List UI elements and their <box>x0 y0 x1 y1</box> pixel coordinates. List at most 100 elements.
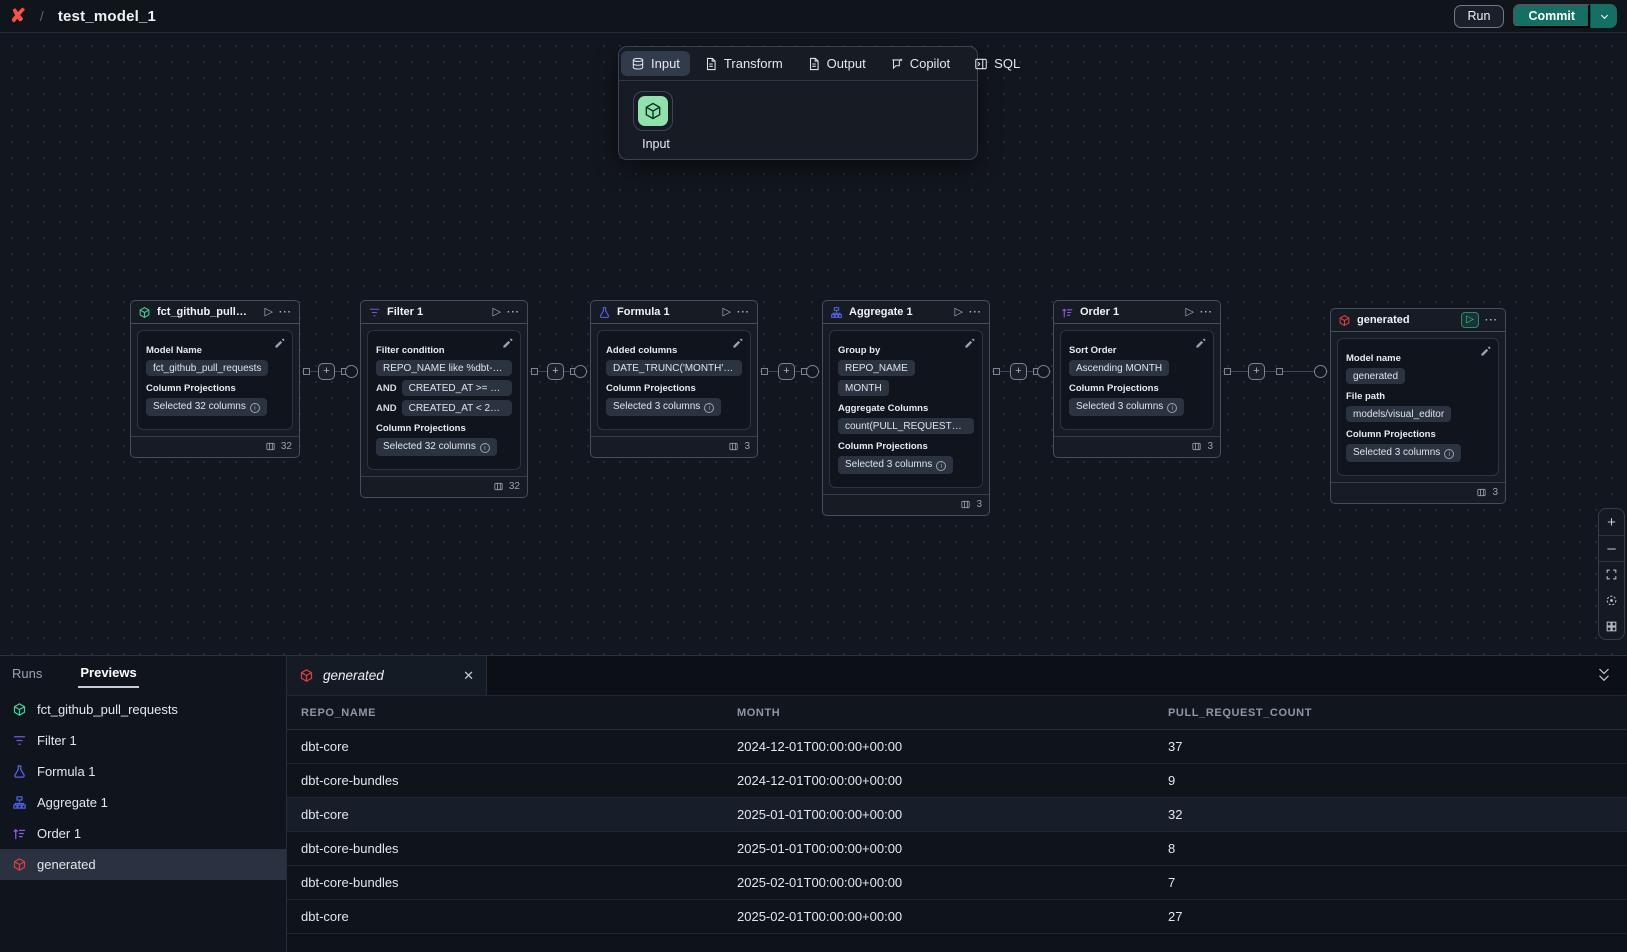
edge-handle-square[interactable] <box>303 368 310 375</box>
table-row[interactable]: dbt-core-bundles 2024-12-01T00:00:00+00:… <box>287 764 1627 798</box>
column-projections-chip[interactable]: Selected 32 columnsi <box>146 398 267 416</box>
column-projections-chip[interactable]: Selected 3 columnsi <box>838 456 953 474</box>
play-icon[interactable]: ▷ <box>955 307 963 318</box>
node-menu-icon[interactable]: ··· <box>969 307 982 318</box>
input-node-tile[interactable] <box>633 91 673 131</box>
aggregate-column-chip[interactable]: count(PULL_REQUEST_NUMBER) as ... <box>838 418 974 434</box>
node-header[interactable]: Order 1 ▷ ··· <box>1054 301 1220 324</box>
tab-output[interactable]: Output <box>797 51 876 76</box>
node-aggregate-1[interactable]: Aggregate 1 ▷ ··· Group by REPO_NAME MON… <box>822 300 990 516</box>
table-row[interactable]: dbt-core 2025-02-01T00:00:00+00:00 27 <box>287 900 1627 934</box>
edge-handle-square[interactable] <box>1224 368 1231 375</box>
column-header[interactable]: MONTH <box>723 707 1154 719</box>
close-icon[interactable]: ✕ <box>463 668 474 684</box>
fit-view-icon[interactable] <box>1599 561 1624 587</box>
input-palette-panel: Input <box>619 81 977 159</box>
node-filter-1[interactable]: Filter 1 ▷ ··· Filter condition REPO_NAM… <box>360 300 528 498</box>
sidebar-item-fct-github-pull-requests[interactable]: fct_github_pull_requests <box>0 694 286 725</box>
node-fct-github-pull-requests[interactable]: fct_github_pull_requests ▷ ··· Model Nam… <box>130 300 300 458</box>
edge-handle-square[interactable] <box>1276 368 1283 375</box>
tab-copilot[interactable]: Copilot <box>880 51 960 76</box>
edit-pencil-icon[interactable] <box>274 338 285 352</box>
added-column-chip[interactable]: DATE_TRUNC('MONTH', CREATED_AT... <box>606 360 742 376</box>
node-header[interactable]: generated ▷ ··· <box>1331 309 1505 332</box>
node-header[interactable]: fct_github_pull_requests ▷ ··· <box>131 301 299 324</box>
zoom-in-button[interactable]: + <box>1599 509 1624 535</box>
tab-input[interactable]: Input <box>621 51 690 76</box>
model-name-chip[interactable]: fct_github_pull_requests <box>146 360 268 376</box>
node-generated[interactable]: generated ▷ ··· Model name generated Fil… <box>1330 308 1506 504</box>
node-header[interactable]: Filter 1 ▷ ··· <box>361 301 527 324</box>
column-header[interactable]: PULL_REQUEST_COUNT <box>1154 707 1627 719</box>
edit-pencil-icon[interactable] <box>732 338 743 352</box>
tab-runs[interactable]: Runs <box>10 660 44 687</box>
edge-handle-square[interactable] <box>531 368 538 375</box>
grid-layout-icon[interactable] <box>1599 613 1624 639</box>
table-row[interactable]: dbt-core-bundles 2025-01-01T00:00:00+00:… <box>287 832 1627 866</box>
dbt-logo-icon[interactable]: ✘ <box>10 7 26 26</box>
edit-pencil-icon[interactable] <box>502 338 513 352</box>
column-projections-chip[interactable]: Selected 32 columnsi <box>376 438 497 456</box>
dbt-visual-editor: + + + + + <box>0 0 1627 952</box>
sort-order-chip[interactable]: Ascending MONTH <box>1069 360 1169 376</box>
edge-handle-circle[interactable] <box>806 365 819 378</box>
edge-add-node-button[interactable]: + <box>778 363 795 380</box>
collapse-panel-icon[interactable] <box>1595 664 1613 691</box>
sidebar-item-generated[interactable]: generated <box>0 849 286 880</box>
locate-icon[interactable] <box>1599 587 1624 613</box>
node-order-1[interactable]: Order 1 ▷ ··· Sort Order Ascending MONTH… <box>1053 300 1221 458</box>
edit-pencil-icon[interactable] <box>964 338 975 352</box>
node-header[interactable]: Aggregate 1 ▷ ··· <box>823 301 989 324</box>
edge-add-node-button[interactable]: + <box>318 363 335 380</box>
filter-condition-chip[interactable]: CREATED_AT < 2025-03-01 <box>402 400 512 416</box>
zoom-out-button[interactable]: – <box>1599 535 1624 561</box>
edge-handle-circle[interactable] <box>345 365 358 378</box>
node-menu-icon[interactable]: ··· <box>737 307 750 318</box>
group-by-chip[interactable]: MONTH <box>838 380 889 396</box>
play-icon[interactable]: ▷ <box>1186 307 1194 318</box>
preview-tab-generated[interactable]: generated ✕ <box>287 656 487 695</box>
node-menu-icon[interactable]: ··· <box>1485 315 1498 326</box>
run-button[interactable]: Run <box>1454 5 1505 28</box>
column-header[interactable]: REPO_NAME <box>287 707 723 719</box>
table-row[interactable]: dbt-core 2024-12-01T00:00:00+00:00 37 <box>287 730 1627 764</box>
column-projections-chip[interactable]: Selected 3 columnsi <box>1069 398 1184 416</box>
edit-pencil-icon[interactable] <box>1195 338 1206 352</box>
model-name-chip[interactable]: generated <box>1346 368 1405 384</box>
sidebar-item-filter-1[interactable]: Filter 1 <box>0 725 286 756</box>
tab-sql[interactable]: SQL <box>964 51 1030 76</box>
table-row[interactable]: dbt-core-bundles 2025-02-01T00:00:00+00:… <box>287 866 1627 900</box>
filter-condition-chip[interactable]: CREATED_AT >= 2024-12-01 <box>402 380 512 396</box>
node-menu-icon[interactable]: ··· <box>279 307 292 318</box>
play-icon[interactable]: ▷ <box>723 307 731 318</box>
column-projections-chip[interactable]: Selected 3 columnsi <box>1346 444 1461 462</box>
play-icon[interactable]: ▷ <box>1461 312 1479 328</box>
edge-handle-square[interactable] <box>993 368 1000 375</box>
filter-condition-chip[interactable]: REPO_NAME like %dbt-core% <box>376 360 512 376</box>
node-header[interactable]: Formula 1 ▷ ··· <box>591 301 757 324</box>
node-menu-icon[interactable]: ··· <box>507 307 520 318</box>
play-icon[interactable]: ▷ <box>265 307 273 318</box>
play-icon[interactable]: ▷ <box>493 307 501 318</box>
edge-handle-square[interactable] <box>761 368 768 375</box>
commit-button[interactable]: Commit <box>1513 4 1590 28</box>
sidebar-item-formula-1[interactable]: Formula 1 <box>0 756 286 787</box>
column-projections-chip[interactable]: Selected 3 columnsi <box>606 398 721 416</box>
edge-handle-circle[interactable] <box>1314 365 1327 378</box>
edge-add-node-button[interactable]: + <box>1010 363 1027 380</box>
sidebar-item-order-1[interactable]: Order 1 <box>0 818 286 849</box>
tab-previews[interactable]: Previews <box>78 659 138 688</box>
node-menu-icon[interactable]: ··· <box>1200 307 1213 318</box>
node-formula-1[interactable]: Formula 1 ▷ ··· Added columns DATE_TRUNC… <box>590 300 758 458</box>
edit-pencil-icon[interactable] <box>1480 346 1491 360</box>
table-row[interactable]: dbt-core 2025-01-01T00:00:00+00:00 32 <box>287 798 1627 832</box>
group-by-chip[interactable]: REPO_NAME <box>838 360 915 376</box>
commit-dropdown-button[interactable] <box>1590 4 1617 28</box>
edge-add-node-button[interactable]: + <box>1248 363 1265 380</box>
tab-transform[interactable]: Transform <box>694 51 793 76</box>
sidebar-item-aggregate-1[interactable]: Aggregate 1 <box>0 787 286 818</box>
edge-add-node-button[interactable]: + <box>547 363 564 380</box>
edge-handle-circle[interactable] <box>574 365 587 378</box>
edge-handle-circle[interactable] <box>1037 365 1050 378</box>
file-path-chip[interactable]: models/visual_editor <box>1346 406 1451 422</box>
